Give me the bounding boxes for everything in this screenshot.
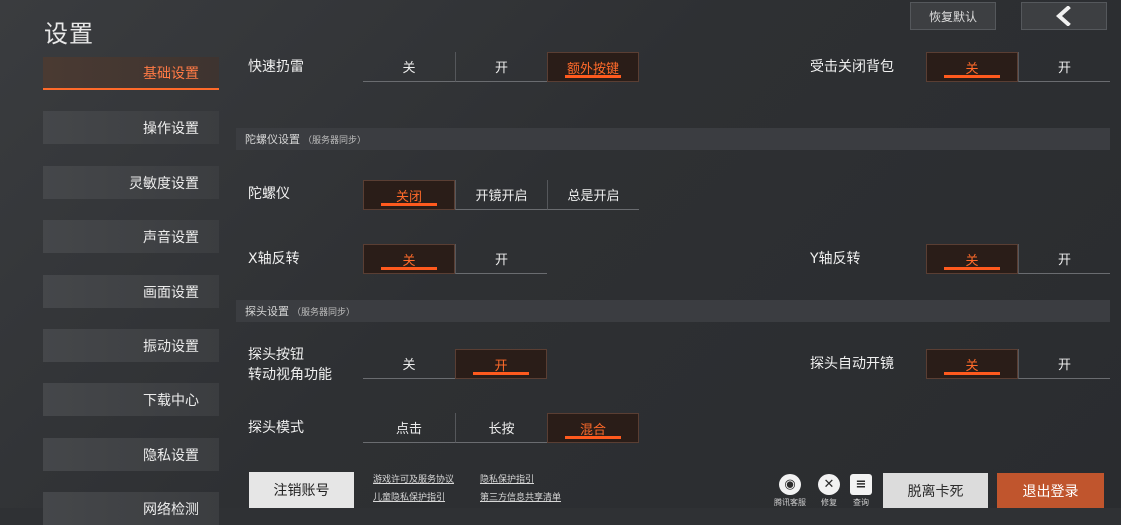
peek-mode-hold[interactable]: 长按 <box>455 413 547 443</box>
sidebar-item-controls[interactable]: 操作设置 <box>43 111 219 144</box>
page-title: 设置 <box>44 20 94 48</box>
y-invert-off[interactable]: 关 <box>926 244 1018 274</box>
sidebar-item-privacy[interactable]: 隐私设置 <box>43 438 219 471</box>
gyro-off[interactable]: 关闭 <box>363 180 455 210</box>
gyro-selector: 关闭 开镜开启 总是开启 <box>363 180 639 210</box>
x-invert-off[interactable]: 关 <box>363 244 455 274</box>
back-arrow-icon <box>1055 6 1071 26</box>
peek-button-selector: 关 开 <box>363 349 547 379</box>
peek-button-on[interactable]: 开 <box>455 349 547 379</box>
peek-mode-tap[interactable]: 点击 <box>363 413 455 443</box>
x-invert-label: X轴反转 <box>248 251 300 267</box>
hit-close-bag-on[interactable]: 开 <box>1018 52 1110 82</box>
peek-button-label-line1: 探头按钮 <box>248 347 304 363</box>
peek-auto-scope-off[interactable]: 关 <box>926 349 1018 379</box>
gyro-always-on[interactable]: 总是开启 <box>547 180 639 210</box>
repair-button[interactable]: ✕ 修复 <box>814 474 844 508</box>
link-child-privacy[interactable]: 儿童隐私保护指引 <box>373 490 445 503</box>
support-caption: 腾讯客服 <box>774 498 806 507</box>
sidebar-item-download[interactable]: 下载中心 <box>43 383 219 416</box>
y-invert-selector: 关 开 <box>926 244 1110 274</box>
x-invert-on[interactable]: 开 <box>455 244 547 274</box>
quick-throw-off[interactable]: 关 <box>363 52 455 82</box>
peek-mode-selector: 点击 长按 混合 <box>363 413 639 443</box>
query-caption: 查询 <box>853 498 869 507</box>
link-game-license[interactable]: 游戏许可及服务协议 <box>373 472 454 485</box>
query-button[interactable]: ≡ 查询 <box>846 474 876 508</box>
gyro-section-title: 陀螺仪设置 <box>245 133 300 146</box>
quick-throw-extra-key[interactable]: 额外按键 <box>547 52 639 82</box>
support-icon: ◉ <box>779 474 801 495</box>
escape-stuck-button[interactable]: 脱离卡死 <box>883 473 988 508</box>
gyro-section-header: 陀螺仪设置 （服务器同步） <box>236 128 1110 150</box>
x-invert-selector: 关 开 <box>363 244 547 274</box>
peek-button-off[interactable]: 关 <box>363 349 455 379</box>
link-privacy-guide[interactable]: 隐私保护指引 <box>480 472 534 485</box>
quick-throw-label: 快速扔雷 <box>248 59 304 75</box>
repair-icon: ✕ <box>818 474 840 495</box>
gyro-section-note: （服务器同步） <box>303 135 367 146</box>
peek-section-title: 探头设置 <box>245 305 289 318</box>
hit-close-bag-selector: 关 开 <box>926 52 1110 82</box>
hit-close-bag-off[interactable]: 关 <box>926 52 1018 82</box>
gyro-scope-on[interactable]: 开镜开启 <box>455 180 547 210</box>
peek-mode-mixed[interactable]: 混合 <box>547 413 639 443</box>
sidebar-item-sensitivity[interactable]: 灵敏度设置 <box>43 166 219 199</box>
sidebar-item-network[interactable]: 网络检测 <box>43 492 219 525</box>
link-third-party-list[interactable]: 第三方信息共享清单 <box>480 490 561 503</box>
sidebar-item-vibration[interactable]: 振动设置 <box>43 329 219 362</box>
reset-default-button[interactable]: 恢复默认 <box>910 2 996 30</box>
query-icon: ≡ <box>850 474 872 495</box>
peek-auto-scope-on[interactable]: 开 <box>1018 349 1110 379</box>
logout-button[interactable]: 退出登录 <box>997 473 1104 508</box>
peek-auto-scope-selector: 关 开 <box>926 349 1110 379</box>
peek-section-header: 探头设置 （服务器同步） <box>236 300 1110 322</box>
quick-throw-selector: 关 开 额外按键 <box>363 52 639 82</box>
sidebar-item-basic[interactable]: 基础设置 <box>43 57 219 90</box>
peek-button-label-line2: 转动视角功能 <box>248 367 332 383</box>
sidebar-item-sound[interactable]: 声音设置 <box>43 220 219 253</box>
repair-caption: 修复 <box>821 498 837 507</box>
quick-throw-on[interactable]: 开 <box>455 52 547 82</box>
sidebar-item-graphics[interactable]: 画面设置 <box>43 275 219 308</box>
y-invert-on[interactable]: 开 <box>1018 244 1110 274</box>
support-button[interactable]: ◉ 腾讯客服 <box>774 474 806 508</box>
y-invert-label: Y轴反转 <box>810 251 861 267</box>
hit-close-bag-label: 受击关闭背包 <box>810 59 894 75</box>
peek-button-label: 探头按钮 转动视角功能 <box>248 345 332 385</box>
cancel-account-button[interactable]: 注销账号 <box>249 472 354 508</box>
gyro-label: 陀螺仪 <box>248 186 290 202</box>
peek-mode-label: 探头模式 <box>248 420 304 436</box>
peek-auto-scope-label: 探头自动开镜 <box>810 356 894 372</box>
peek-section-note: （服务器同步） <box>292 307 356 318</box>
back-button[interactable] <box>1021 2 1107 30</box>
